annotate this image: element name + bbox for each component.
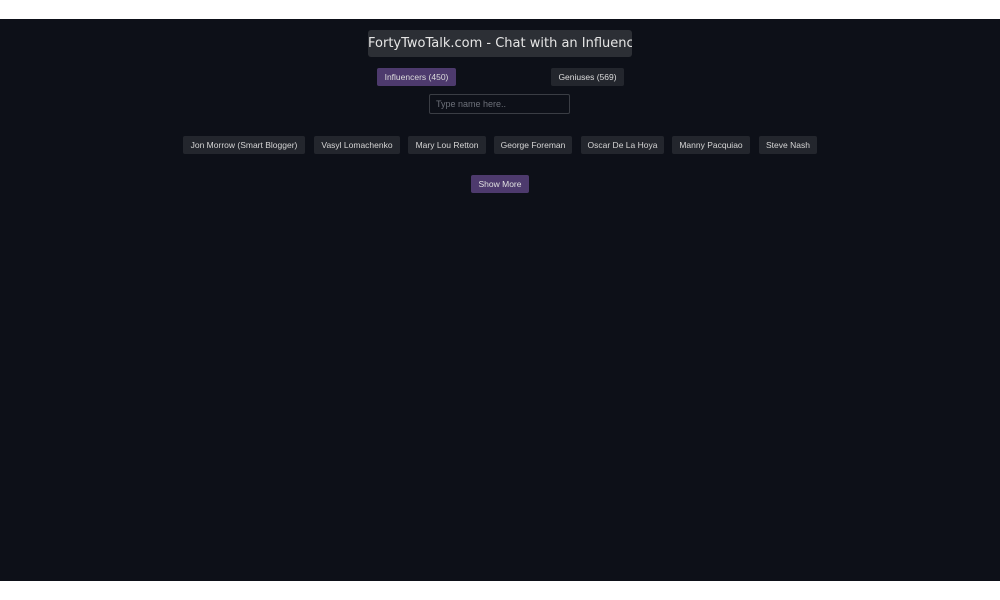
influencer-button-steve-nash[interactable]: Steve Nash: [759, 136, 817, 154]
influencer-button-mary-lou-retton[interactable]: Mary Lou Retton: [408, 136, 486, 154]
influencer-button-george-foreman[interactable]: George Foreman: [494, 136, 572, 154]
influencer-button-oscar-de-la-hoya[interactable]: Oscar De La Hoya: [581, 136, 664, 154]
app-container: FortyTwoTalk.com - Chat with an Influenc…: [0, 19, 1000, 581]
influencer-list: Jon Morrow (Smart Blogger) Vasyl Lomache…: [0, 136, 1000, 154]
show-more-button[interactable]: Show More: [471, 175, 529, 193]
site-title: FortyTwoTalk.com - Chat with an Influenc…: [368, 30, 632, 57]
tab-geniuses[interactable]: Geniuses (569): [551, 68, 624, 86]
search-input[interactable]: [429, 94, 570, 114]
influencer-button-manny-pacquiao[interactable]: Manny Pacquiao: [672, 136, 750, 154]
influencer-button-vasyl-lomachenko[interactable]: Vasyl Lomachenko: [314, 136, 400, 154]
tab-influencers[interactable]: Influencers (450): [377, 68, 456, 86]
influencer-button-jon-morrow[interactable]: Jon Morrow (Smart Blogger): [183, 136, 305, 154]
